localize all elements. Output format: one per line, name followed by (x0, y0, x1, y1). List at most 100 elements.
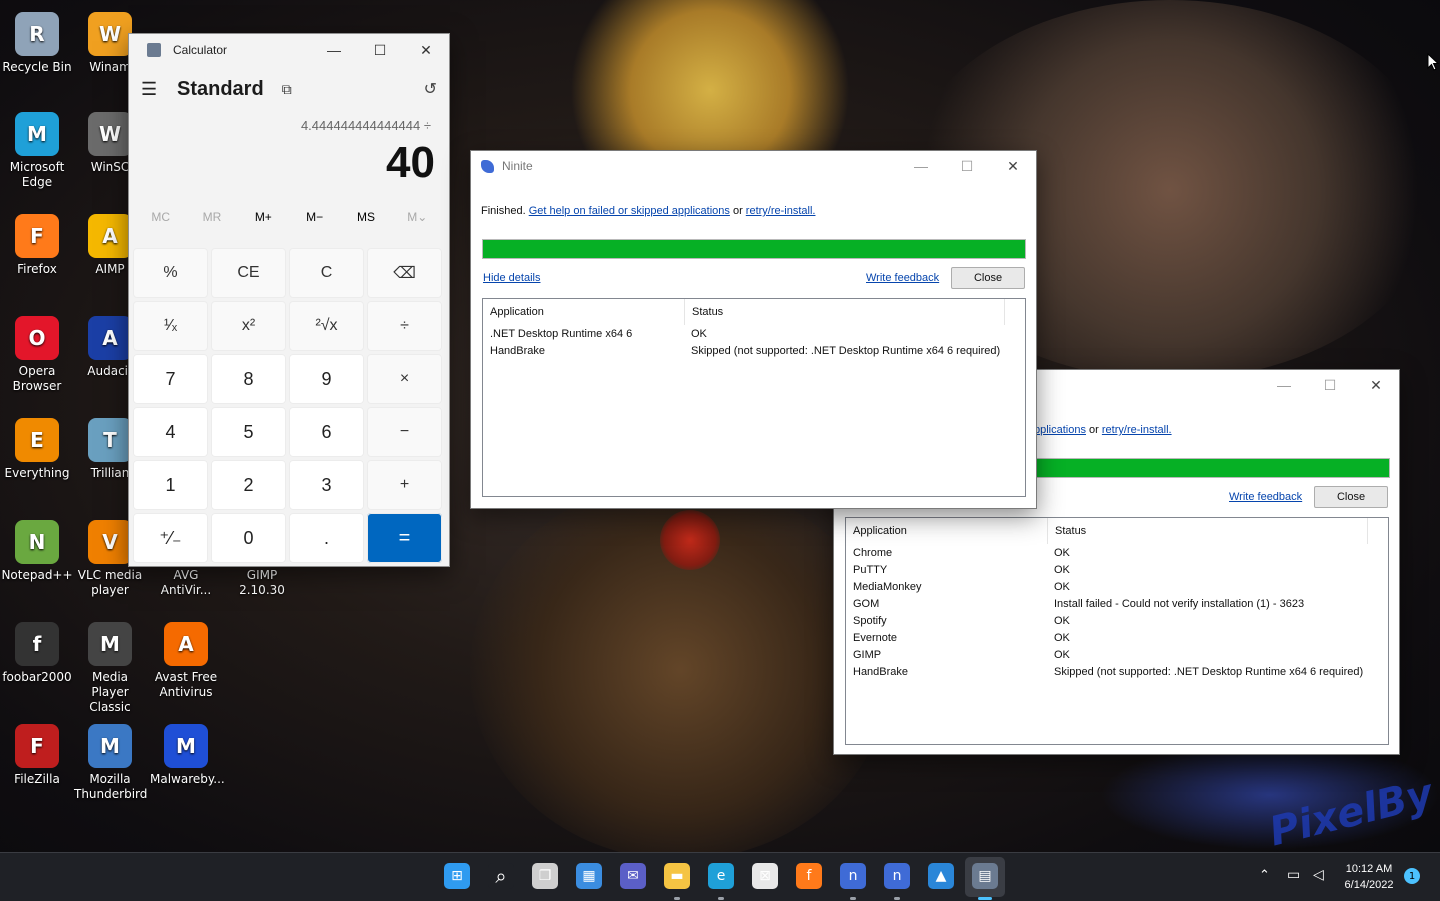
table-row[interactable]: Evernote OK (846, 629, 1388, 646)
maximize-button[interactable]: ☐ (944, 151, 990, 181)
column-header-application[interactable]: Application (483, 299, 685, 325)
retry-link[interactable]: retry/re-install. (1102, 424, 1172, 436)
write-feedback-link[interactable]: Write feedback (1229, 491, 1302, 503)
show-hidden-icons-icon[interactable]: ⌃ (1259, 868, 1270, 883)
file-explorer-icon[interactable]: ▬ (664, 863, 690, 889)
desktop-icon[interactable]: M Media Player Classic (74, 618, 146, 715)
memory-recall-button[interactable]: MR (186, 210, 237, 224)
minimize-button[interactable]: — (898, 151, 944, 181)
equals-button[interactable]: = (367, 513, 442, 563)
calculator-window[interactable]: Calculator — ☐ ✕ ☰ Standard ⧉ ↺ 4.444444… (128, 33, 450, 567)
hide-details-link[interactable]: Hide details (483, 272, 540, 284)
firefox-icon[interactable]: f (796, 863, 822, 889)
multiply-button[interactable]: × (367, 354, 442, 404)
history-icon[interactable]: ↺ (424, 79, 437, 99)
edge-icon[interactable]: e (708, 863, 734, 889)
digit-0-button[interactable]: 0 (211, 513, 286, 563)
desktop-icon[interactable]: N Notepad++ (1, 516, 73, 583)
notification-badge[interactable]: 1 (1404, 868, 1420, 884)
close-button[interactable]: ✕ (990, 151, 1036, 181)
table-row[interactable]: MediaMonkey OK (846, 578, 1388, 595)
percent-button[interactable]: % (133, 248, 208, 298)
desktop-icon[interactable]: M Mozilla Thunderbird (74, 720, 147, 802)
widgets-icon[interactable]: ▦ (576, 863, 602, 889)
photos-icon[interactable]: ▲ (928, 863, 954, 889)
keep-on-top-icon[interactable]: ⧉ (282, 81, 292, 98)
ninite-icon-2[interactable]: n (884, 863, 910, 889)
close-button[interactable]: ✕ (403, 34, 449, 66)
table-row[interactable]: .NET Desktop Runtime x64 6 OK (483, 325, 1025, 342)
subtract-button[interactable]: − (367, 407, 442, 457)
column-header-application[interactable]: Application (846, 518, 1048, 544)
divide-button[interactable]: ÷ (367, 301, 442, 351)
memory-clear-button[interactable]: MC (135, 210, 186, 224)
desktop-icon[interactable]: f foobar2000 (1, 618, 73, 685)
table-row[interactable]: GOM Install failed - Could not verify ins… (846, 595, 1388, 612)
table-row[interactable]: PuTTY OK (846, 561, 1388, 578)
maximize-button[interactable]: ☐ (1307, 370, 1353, 400)
desktop-icon[interactable]: M Malwareby... (150, 720, 225, 787)
column-header-status[interactable]: Status (1048, 518, 1368, 544)
store-icon[interactable]: ⊠ (752, 863, 778, 889)
ninite-front-close-button[interactable]: Close (951, 267, 1025, 289)
square-root-button[interactable]: ²√x (289, 301, 364, 351)
digit-1-button[interactable]: 1 (133, 460, 208, 510)
desktop-icon[interactable]: E Everything (1, 414, 73, 481)
memory-add-button[interactable]: M+ (238, 210, 289, 224)
retry-link[interactable]: retry/re-install. (746, 205, 816, 217)
ninite-front-details-list[interactable]: Application Status .NET Desktop Runtime … (482, 298, 1026, 497)
hamburger-menu-icon[interactable]: ☰ (141, 79, 165, 100)
volume-icon[interactable]: ◁ (1313, 867, 1324, 883)
desktop-icon[interactable]: F Firefox (1, 210, 73, 277)
backspace-button[interactable]: ⌫ (367, 248, 442, 298)
clock[interactable]: 10:12 AM 6/14/2022 (1334, 861, 1404, 893)
start-icon[interactable]: ⊞ (444, 863, 470, 889)
digit-7-button[interactable]: 7 (133, 354, 208, 404)
ninite-front-titlebar[interactable]: Ninite — ☐ ✕ (471, 151, 1036, 181)
network-icon[interactable]: ▭ (1287, 867, 1300, 883)
ninite-icon[interactable]: n (840, 863, 866, 889)
desktop-icon[interactable]: F FileZilla (1, 720, 73, 787)
desktop-icon[interactable]: A Avast Free Antivirus (150, 618, 222, 700)
calculator-icon[interactable]: ▤ (972, 863, 998, 889)
clear-button[interactable]: C (289, 248, 364, 298)
clear-entry-button[interactable]: CE (211, 248, 286, 298)
add-button[interactable]: + (367, 460, 442, 510)
desktop-icon[interactable]: M Microsoft Edge (1, 108, 73, 190)
digit-9-button[interactable]: 9 (289, 354, 364, 404)
desktop-icon[interactable]: O Opera Browser (1, 312, 73, 394)
digit-3-button[interactable]: 3 (289, 460, 364, 510)
memory-list-button[interactable]: M⌄ (392, 210, 443, 224)
write-feedback-link[interactable]: Write feedback (866, 272, 939, 284)
table-row[interactable]: Spotify OK (846, 612, 1388, 629)
maximize-button[interactable]: ☐ (357, 34, 403, 66)
ninite-back-details-list[interactable]: Application Status Chrome OK PuTTY OK MediaM… (845, 517, 1389, 745)
digit-8-button[interactable]: 8 (211, 354, 286, 404)
minimize-button[interactable]: — (1261, 370, 1307, 400)
table-row[interactable]: Chrome OK (846, 544, 1388, 561)
help-link[interactable]: pplications (1034, 424, 1086, 436)
search-icon[interactable]: ⌕ (488, 863, 514, 889)
reciprocal-button[interactable]: ¹⁄ₓ (133, 301, 208, 351)
memory-subtract-button[interactable]: M− (289, 210, 340, 224)
decimal-button[interactable]: . (289, 513, 364, 563)
table-row[interactable]: HandBrake Skipped (not supported: .NET De… (846, 663, 1388, 680)
digit-6-button[interactable]: 6 (289, 407, 364, 457)
task-view-icon[interactable]: ❐ (532, 863, 558, 889)
minimize-button[interactable]: — (311, 34, 357, 66)
ninite-window-front[interactable]: Ninite — ☐ ✕ Finished. Get help on faile… (470, 150, 1037, 509)
digit-2-button[interactable]: 2 (211, 460, 286, 510)
memory-store-button[interactable]: MS (340, 210, 391, 224)
negate-button[interactable]: ⁺⁄₋ (133, 513, 208, 563)
ninite-back-close-button[interactable]: Close (1314, 486, 1388, 508)
column-header-status[interactable]: Status (685, 299, 1005, 325)
digit-4-button[interactable]: 4 (133, 407, 208, 457)
chat-icon[interactable]: ✉ (620, 863, 646, 889)
help-link[interactable]: Get help on failed or skipped applicatio… (529, 205, 730, 217)
desktop-icon[interactable]: R Recycle Bin (1, 8, 73, 75)
digit-5-button[interactable]: 5 (211, 407, 286, 457)
table-row[interactable]: HandBrake Skipped (not supported: .NET De… (483, 342, 1025, 359)
close-button[interactable]: ✕ (1353, 370, 1399, 400)
square-button[interactable]: x² (211, 301, 286, 351)
table-row[interactable]: GIMP OK (846, 646, 1388, 663)
